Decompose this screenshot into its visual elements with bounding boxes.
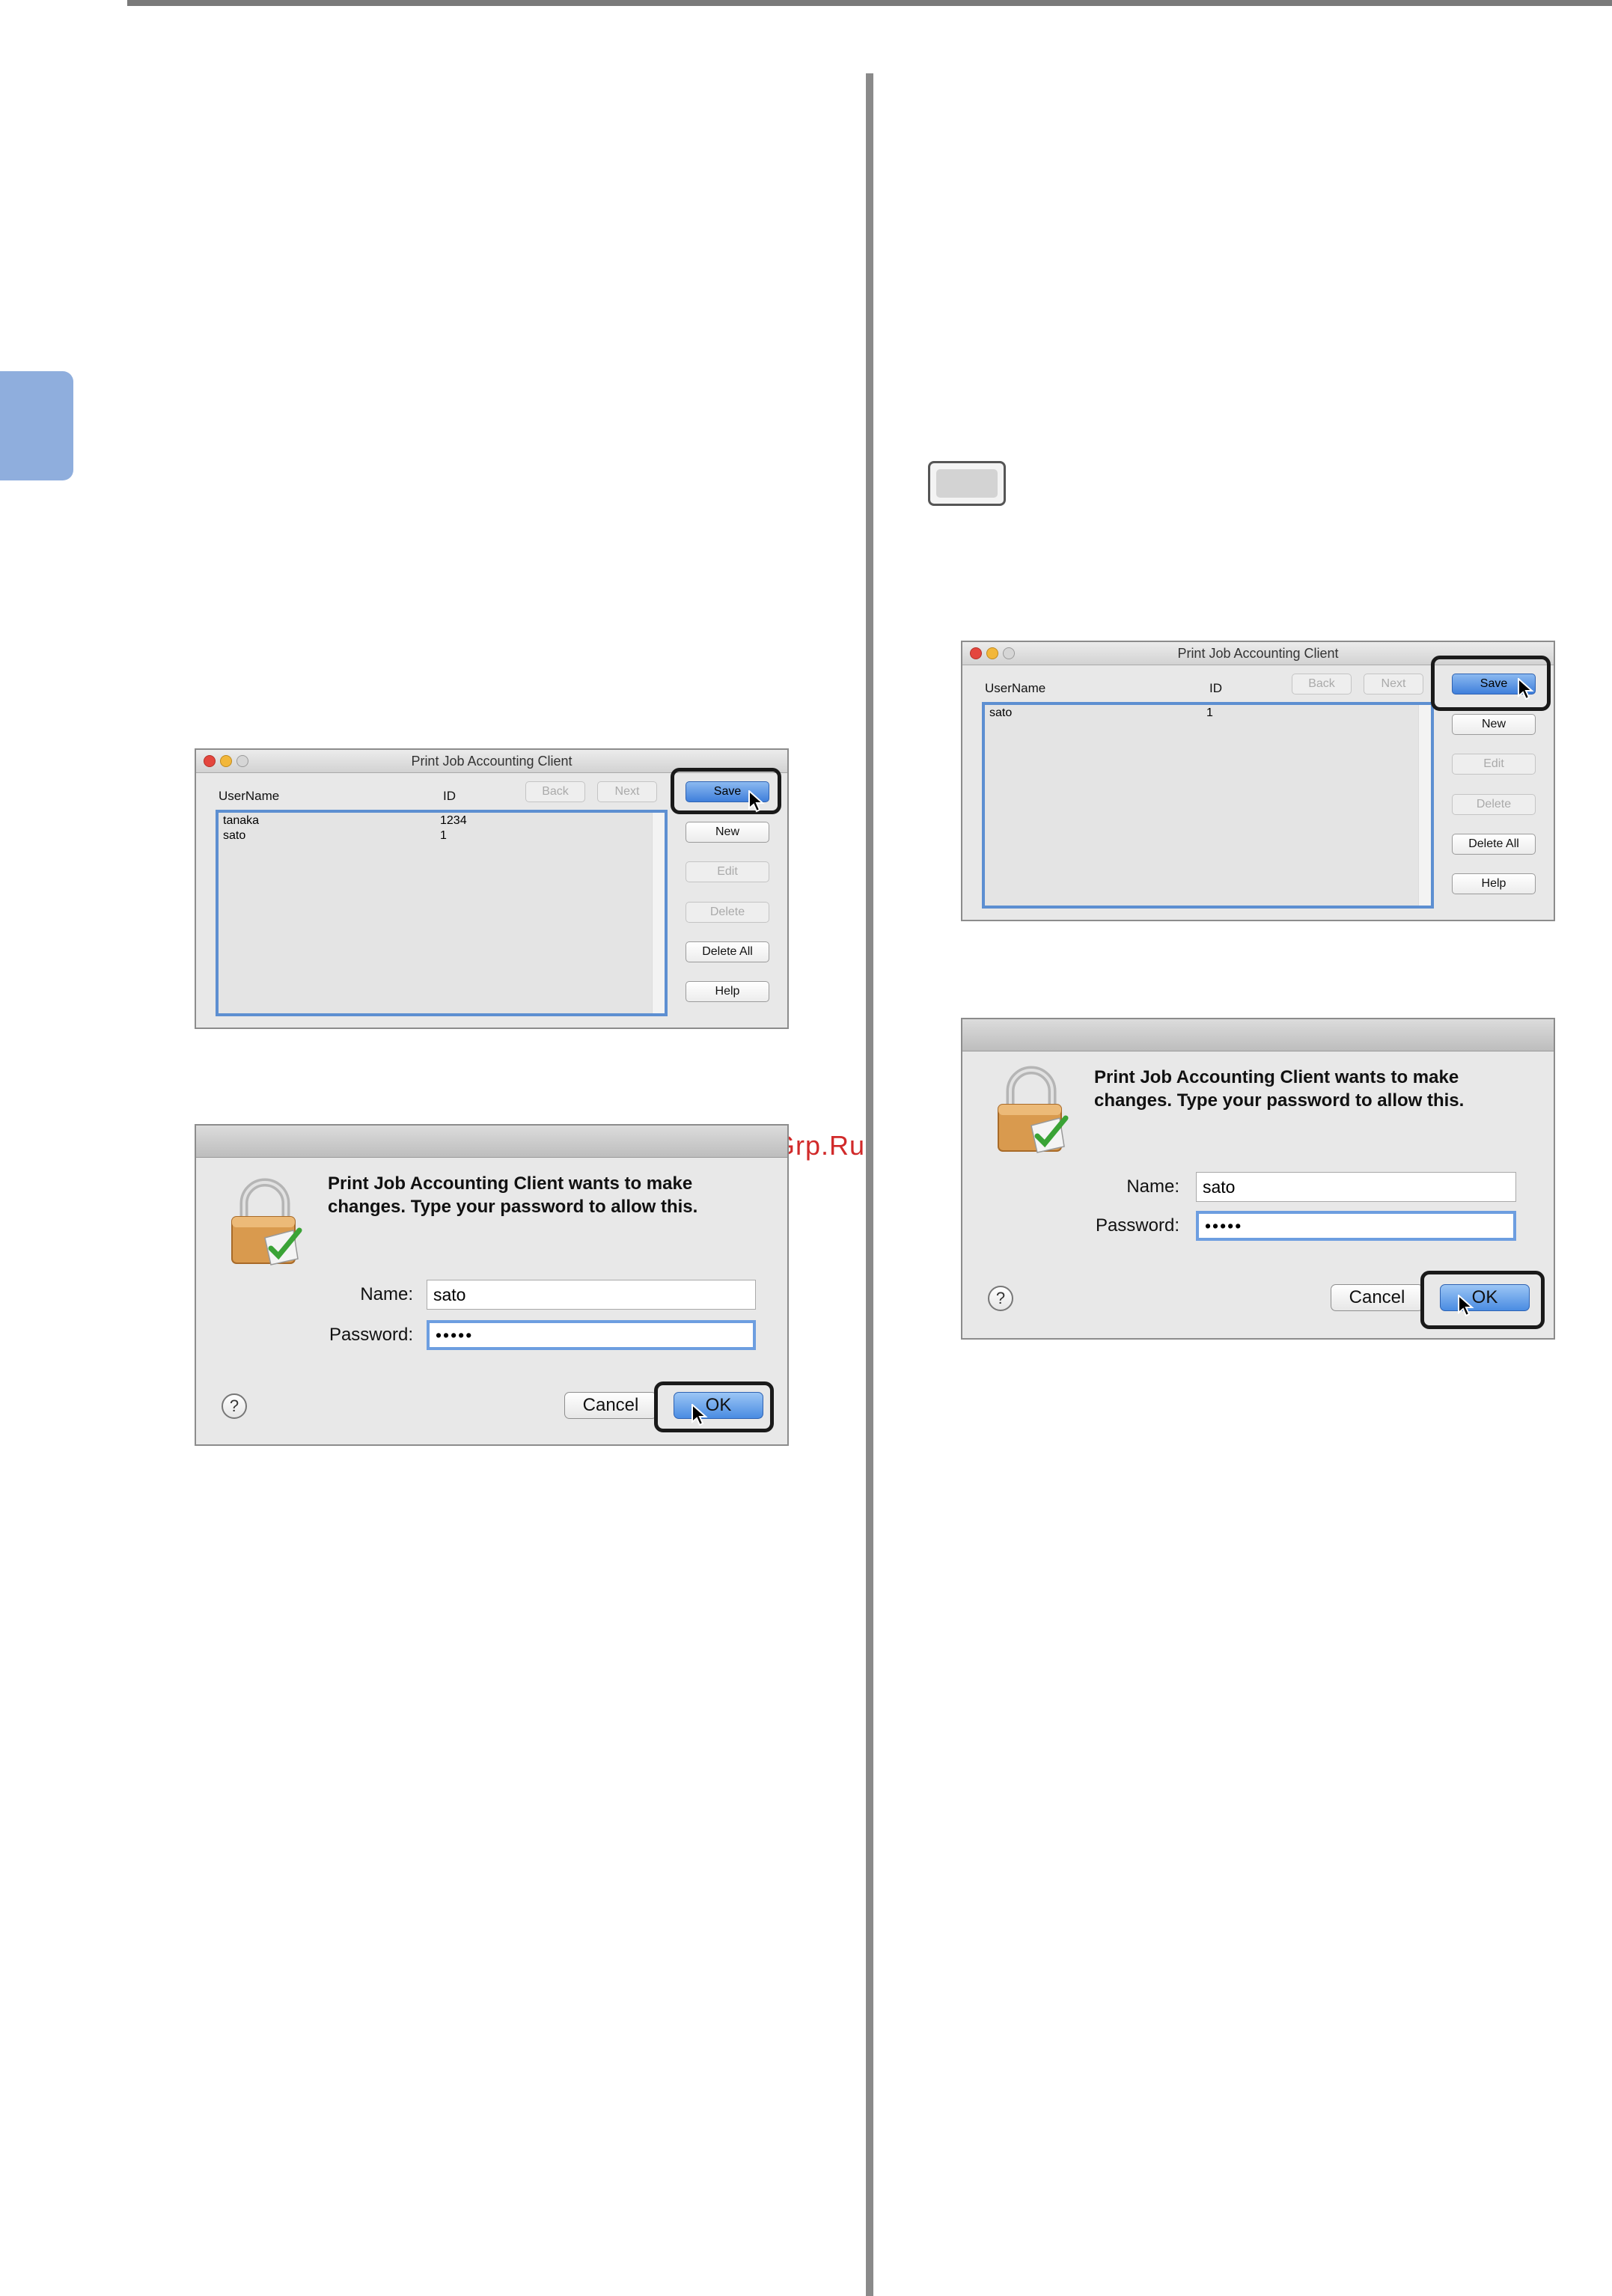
list-item[interactable]: tanaka 1234 [223,814,650,829]
name-label: Name: [1126,1176,1179,1197]
chapter-tab [0,371,73,480]
edit-button[interactable]: Edit [686,861,769,882]
next-button[interactable]: Next [597,781,657,802]
list-item-username: sato [223,829,246,842]
help-button[interactable]: Help [686,981,769,1002]
column-divider [866,73,873,2296]
dialog-titlebar [196,1126,787,1158]
user-list[interactable]: sato 1 [982,702,1434,909]
dialog-message: Print Job Accounting Client wants to mak… [1094,1066,1464,1112]
cancel-button[interactable]: Cancel [1331,1284,1423,1311]
edit-button[interactable]: Edit [1452,754,1536,775]
user-list[interactable]: tanaka 1234 sato 1 [216,810,668,1016]
back-button[interactable]: Back [1292,674,1352,694]
password-label: Password: [329,1325,413,1345]
panel-key-icon [928,461,1006,506]
help-icon[interactable]: ? [988,1286,1013,1311]
list-item-username: sato [989,706,1013,719]
new-button[interactable]: New [686,822,769,843]
list-item-id: 1234 [440,814,467,827]
next-button[interactable]: Next [1364,674,1423,694]
dialog-titlebar [962,1019,1554,1051]
list-scrollbar[interactable] [652,813,665,1013]
delete-all-button[interactable]: Delete All [686,941,769,962]
delete-all-button[interactable]: Delete All [1452,834,1536,855]
name-label: Name: [360,1284,413,1304]
password-field[interactable]: ••••• [1196,1211,1516,1241]
list-item[interactable]: sato 1 [223,829,650,844]
column-header-id: ID [1209,681,1222,695]
column-header-username: UserName [985,681,1046,695]
help-icon[interactable]: ? [222,1393,247,1419]
ok-highlight [1420,1271,1545,1329]
top-rule [127,0,1612,6]
list-item-id: 1 [1206,706,1213,719]
dialog-message-line: changes. Type your password to allow thi… [328,1197,698,1217]
cancel-button[interactable]: Cancel [564,1392,657,1419]
help-button[interactable]: Help [1452,873,1536,894]
dialog-message-line: Print Job Accounting Client wants to mak… [328,1173,693,1194]
ok-highlight [654,1381,774,1432]
lock-icon [994,1066,1069,1159]
list-scrollbar[interactable] [1418,705,1431,906]
delete-button[interactable]: Delete [1452,794,1536,815]
column-header-username: UserName [219,789,280,803]
password-label: Password: [1095,1215,1179,1236]
lock-icon [228,1178,302,1271]
column-header-id: ID [443,789,456,803]
dialog-message-line: changes. Type your password to allow thi… [1094,1090,1465,1111]
dialog-message-line: Print Job Accounting Client wants to mak… [1094,1067,1459,1087]
dialog-message: Print Job Accounting Client wants to mak… [328,1172,697,1218]
name-field[interactable]: sato [1196,1172,1516,1202]
new-button[interactable]: New [1452,714,1536,735]
password-field[interactable]: ••••• [427,1320,756,1350]
name-field[interactable]: sato [427,1280,756,1310]
back-button[interactable]: Back [525,781,585,802]
window-title: Print Job Accounting Client [411,754,573,769]
list-item-username: tanaka [223,814,260,827]
list-item[interactable]: sato 1 [989,706,1416,721]
list-item-id: 1 [440,829,447,842]
delete-button[interactable]: Delete [686,902,769,923]
